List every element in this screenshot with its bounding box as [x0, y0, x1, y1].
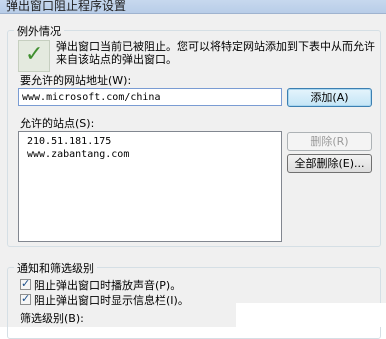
show-info-bar-label[interactable]: 阻止弹出窗口时显示信息栏(I)。 [34, 292, 189, 308]
background-area [236, 303, 386, 327]
allowed-sites-list[interactable]: 210.51.181.175 www.zabantang.com [18, 131, 282, 242]
window-title: 弹出窗口阻止程序设置 [6, 0, 127, 13]
checkmark-icon: ✓ [21, 277, 31, 290]
allow-check-icon: ✓ [18, 40, 50, 72]
allowed-site-item[interactable]: 210.51.181.175 [19, 135, 281, 148]
notifications-group-legend: 通知和筛选级别 [14, 260, 97, 276]
popup-blocker-settings-window: 弹出窗口阻止程序设置 例外情况 ✓ 弹出窗口当前已被阻止。您可以将特定网站添加到… [0, 0, 386, 339]
add-button[interactable]: 添加(A) [287, 88, 372, 107]
checkmark-icon: ✓ [25, 42, 44, 67]
remove-all-button[interactable]: 全部删除(E)... [287, 154, 372, 173]
play-sound-label[interactable]: 阻止弹出窗口时播放声音(P)。 [34, 277, 181, 293]
show-info-bar-checkbox[interactable]: ✓ [20, 292, 31, 305]
play-sound-checkbox[interactable]: ✓ [20, 277, 31, 290]
remove-button[interactable]: 删除(R) [287, 132, 372, 151]
exceptions-info-text: 弹出窗口当前已被阻止。您可以将特定网站添加到下表中从而允许来自该站点的弹出窗口。 [56, 40, 375, 66]
title-bar[interactable]: 弹出窗口阻止程序设置 [0, 0, 386, 14]
website-address-input[interactable]: www.microsoft.com/china [18, 88, 282, 106]
allowed-site-item[interactable]: www.zabantang.com [19, 148, 281, 161]
allowed-sites-label: 允许的站点(S): [20, 117, 95, 130]
exceptions-group-legend: 例外情况 [14, 23, 64, 39]
address-label: 要允许的网站地址(W): [20, 74, 132, 87]
filter-level-label: 筛选级别(B): [20, 312, 84, 325]
checkmark-icon: ✓ [21, 292, 31, 305]
